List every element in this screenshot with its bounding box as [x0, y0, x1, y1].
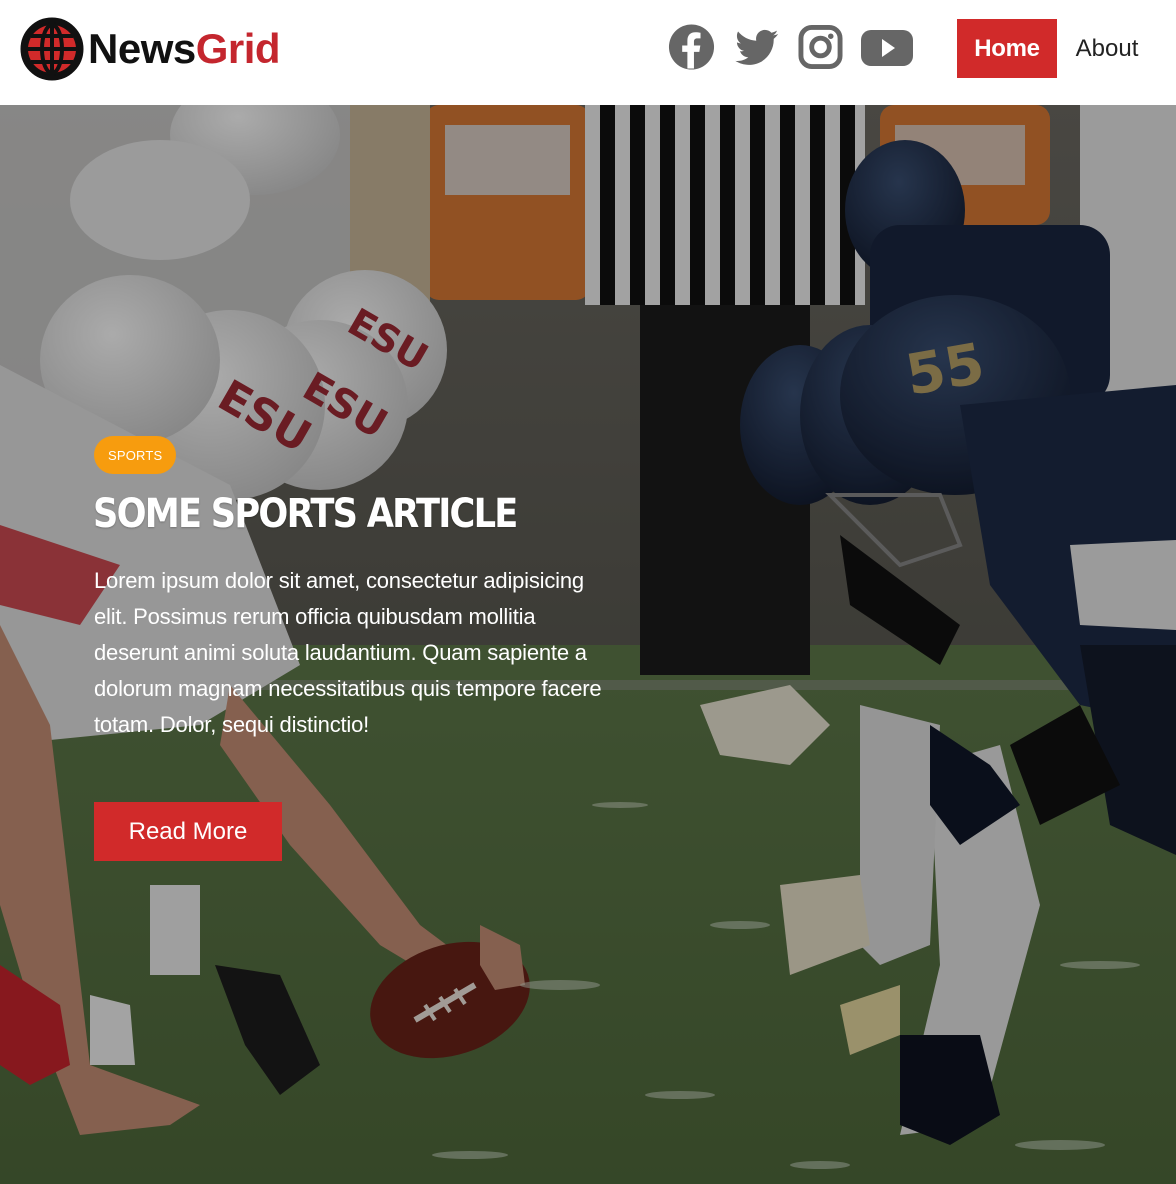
- brand-name-part1: News: [88, 25, 196, 72]
- facebook-icon[interactable]: [667, 22, 716, 72]
- nav-about-link[interactable]: About: [1062, 19, 1152, 78]
- twitter-icon[interactable]: [733, 22, 781, 72]
- article-excerpt: Lorem ipsum dolor sit amet, consectetur …: [94, 568, 602, 737]
- article-title: SOME SPORTS ARTICLE: [93, 491, 518, 537]
- brand-logo[interactable]: NewsGrid: [20, 16, 281, 82]
- nav-home-link[interactable]: Home: [957, 19, 1057, 78]
- instagram-icon[interactable]: [798, 22, 843, 72]
- brand-name-part2: Grid: [195, 25, 281, 72]
- hero-section: ESU ESU ESU 55 SPORTS SOME SPORTS ARTICL…: [0, 105, 1176, 1184]
- brand-name: NewsGrid: [88, 25, 281, 72]
- top-navbar: NewsGrid Home About: [0, 0, 1176, 105]
- read-more-button[interactable]: Read More: [94, 802, 282, 861]
- youtube-icon[interactable]: [860, 22, 914, 72]
- globe-icon: [20, 17, 84, 81]
- category-badge[interactable]: SPORTS: [94, 436, 177, 474]
